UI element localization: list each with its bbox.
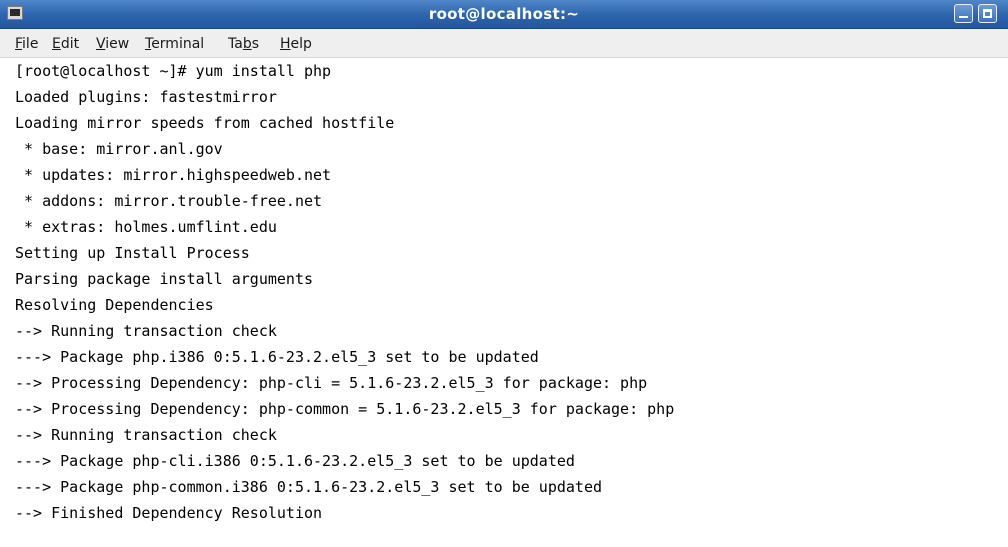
terminal-line: ---> Package php.i386 0:5.1.6-23.2.el5_3… [15, 348, 539, 366]
menu-terminal[interactable]: Terminal [145, 36, 204, 52]
terminal-line: [root@localhost ~]# yum install php [15, 62, 332, 80]
terminal-line: ---> Package php-common.i386 0:5.1.6-23.… [15, 478, 602, 496]
terminal-line: Resolving Dependencies [15, 296, 214, 314]
terminal-line: --> Processing Dependency: php-cli = 5.1… [15, 374, 648, 392]
terminal-line: Parsing package install arguments [15, 270, 314, 288]
terminal-line: ---> Package php-cli.i386 0:5.1.6-23.2.e… [15, 452, 575, 470]
menu-bar: File Edit View Terminal Tabs Help [0, 29, 1008, 58]
menu-tabs[interactable]: Tabs [228, 36, 259, 52]
terminal-line: Loaded plugins: fastestmirror [15, 88, 277, 106]
terminal-line: --> Finished Dependency Resolution [15, 504, 323, 522]
terminal-line: * extras: holmes.umflint.edu [15, 218, 277, 236]
terminal-window: root@localhost:~ File Edit View Terminal… [0, 0, 1008, 547]
maximize-icon[interactable] [978, 4, 997, 23]
menu-edit[interactable]: Edit [52, 36, 79, 52]
menu-file[interactable]: File [15, 36, 38, 52]
menu-view[interactable]: View [96, 36, 129, 52]
terminal-line: * base: mirror.anl.gov [15, 140, 223, 158]
minimize-icon[interactable] [954, 4, 973, 23]
title-bar[interactable]: root@localhost:~ [0, 0, 1008, 29]
menu-help[interactable]: Help [280, 36, 312, 52]
terminal-output[interactable]: [root@localhost ~]# yum install php Load… [0, 59, 1008, 547]
window-title: root@localhost:~ [428, 5, 580, 23]
terminal-line: --> Running transaction check [15, 426, 277, 444]
terminal-line: Setting up Install Process [15, 244, 250, 262]
terminal-line: * updates: mirror.highspeedweb.net [15, 166, 332, 184]
terminal-line: * addons: mirror.trouble-free.net [15, 192, 323, 210]
terminal-line: Loading mirror speeds from cached hostfi… [15, 114, 395, 132]
terminal-line: --> Running transaction check [15, 322, 277, 340]
terminal-line: --> Processing Dependency: php-common = … [15, 400, 675, 418]
